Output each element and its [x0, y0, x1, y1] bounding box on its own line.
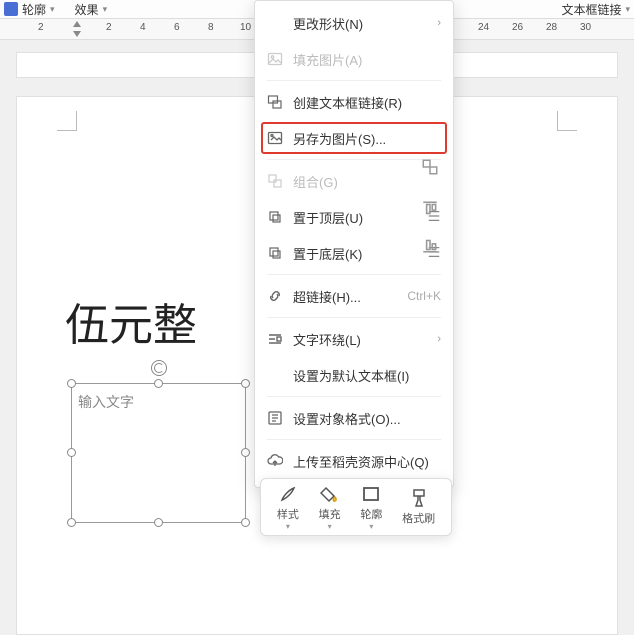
menu-text-wrap[interactable]: 文字环绕(L) ›	[255, 321, 453, 357]
chevron-down-icon: ▾	[103, 4, 108, 15]
ruler-tick: 28	[546, 22, 557, 33]
ruler-tick: 24	[478, 22, 489, 33]
resize-handle[interactable]	[67, 518, 76, 527]
rotate-handle[interactable]	[151, 360, 167, 376]
chevron-right-icon: ›	[437, 333, 441, 345]
menu-hyperlink[interactable]: 超链接(H)... Ctrl+K	[255, 278, 453, 314]
format-outline[interactable]: 轮廓 ▾	[360, 484, 382, 531]
menu-create-textlink[interactable]: 创建文本框链接(R)	[255, 84, 453, 120]
menu-label: 创建文本框链接(R)	[293, 93, 441, 112]
ruler-tick: 30	[580, 22, 591, 33]
format-label: 填充	[319, 506, 341, 522]
menu-shortcut: Ctrl+K	[407, 289, 441, 303]
outline-rect-icon	[361, 484, 381, 504]
document-text: 伍元整	[65, 289, 197, 353]
textlink-icon	[267, 94, 283, 110]
menu-label: 设置对象格式(O)...	[293, 409, 441, 428]
picture-icon	[267, 130, 283, 146]
chevron-down-icon: ▾	[286, 522, 290, 531]
format-toolbar: 样式 ▾ 填充 ▾ 轮廓 ▾ 格式刷	[260, 478, 452, 536]
align-top-icon[interactable]	[420, 199, 440, 219]
menu-fill-image: 填充图片(A)	[255, 41, 453, 77]
outline-icon	[4, 2, 18, 16]
blank-icon	[267, 367, 283, 383]
menu-label: 组合(G)	[293, 172, 441, 191]
align-bottom-icon[interactable]	[420, 235, 440, 255]
menu-upload-resource[interactable]: 上传至稻壳资源中心(Q)	[255, 443, 453, 479]
chevron-down-icon: ▾	[369, 522, 373, 531]
toolbar-effect[interactable]: 效果 ▾	[75, 1, 108, 18]
ruler-tick: 26	[512, 22, 523, 33]
settings-icon	[267, 410, 283, 426]
menu-label: 文字环绕(L)	[293, 330, 427, 349]
resize-handle[interactable]	[154, 518, 163, 527]
chevron-right-icon: ›	[437, 17, 441, 29]
image-icon	[267, 51, 283, 67]
resize-handle[interactable]	[241, 379, 250, 388]
menu-label: 超链接(H)...	[293, 287, 397, 306]
ruler-tick: 2	[106, 22, 112, 33]
selected-textbox[interactable]: 输入文字	[71, 383, 246, 523]
format-fill[interactable]: 填充 ▾	[319, 484, 341, 531]
ruler-tick: 2	[38, 22, 44, 33]
menu-label: 设置为默认文本框(I)	[293, 366, 441, 385]
menu-label: 上传至稻壳资源中心(Q)	[293, 452, 441, 471]
menu-separator	[267, 159, 441, 160]
menu-format-object[interactable]: 设置对象格式(O)...	[255, 400, 453, 436]
menu-separator	[267, 274, 441, 275]
toolbar-outline[interactable]: 轮廓 ▾	[4, 1, 55, 18]
menu-separator	[267, 396, 441, 397]
group-icon	[267, 173, 283, 189]
text-wrap-icon	[267, 331, 283, 347]
brush-icon	[278, 484, 298, 504]
resize-handle[interactable]	[241, 518, 250, 527]
bring-front-icon	[267, 209, 283, 225]
format-label: 格式刷	[402, 510, 435, 526]
toolbar-textlink[interactable]: 文本框链接 ▾	[561, 1, 630, 18]
margin-corner	[57, 111, 77, 131]
margin-corner	[557, 111, 577, 131]
menu-separator	[267, 317, 441, 318]
textbox-placeholder[interactable]: 输入文字	[78, 392, 134, 412]
menu-label: 更改形状(N)	[293, 14, 427, 33]
resize-handle[interactable]	[67, 379, 76, 388]
menu-separator	[267, 439, 441, 440]
menu-label: 填充图片(A)	[293, 50, 441, 69]
resize-handle[interactable]	[241, 448, 250, 457]
format-painter-icon	[409, 488, 429, 508]
menu-label: 置于底层(K)	[293, 244, 417, 263]
side-quick-icons	[420, 157, 446, 255]
menu-label: 另存为图片(S)...	[293, 129, 441, 148]
toolbar-outline-label: 轮廓	[22, 1, 46, 18]
menu-change-shape[interactable]: 更改形状(N) ›	[255, 5, 453, 41]
cloud-upload-icon	[267, 453, 283, 469]
ruler-tick: 4	[140, 22, 146, 33]
link-icon	[267, 288, 283, 304]
ruler-tick: 6	[174, 22, 180, 33]
chevron-down-icon: ▾	[50, 4, 55, 15]
ungroup-icon[interactable]	[420, 157, 440, 177]
format-style[interactable]: 样式 ▾	[277, 484, 299, 531]
toolbar-effect-label: 效果	[75, 1, 99, 18]
ruler-tick: 10	[240, 22, 251, 33]
menu-set-default-textbox[interactable]: 设置为默认文本框(I)	[255, 357, 453, 393]
resize-handle[interactable]	[67, 448, 76, 457]
menu-save-as-image[interactable]: 另存为图片(S)...	[255, 120, 453, 156]
menu-label: 置于顶层(U)	[293, 208, 417, 227]
ruler-tick: 8	[208, 22, 214, 33]
send-back-icon	[267, 245, 283, 261]
fill-icon	[320, 484, 340, 504]
chevron-down-icon: ▾	[328, 522, 332, 531]
format-label: 样式	[277, 506, 299, 522]
resize-handle[interactable]	[154, 379, 163, 388]
format-label: 轮廓	[360, 506, 382, 522]
ruler-indent-marker[interactable]	[71, 21, 83, 37]
toolbar-textlink-label: 文本框链接	[561, 1, 621, 18]
menu-separator	[267, 80, 441, 81]
format-painter[interactable]: 格式刷	[402, 488, 435, 526]
blank-icon	[267, 15, 283, 31]
chevron-down-icon: ▾	[625, 4, 630, 15]
